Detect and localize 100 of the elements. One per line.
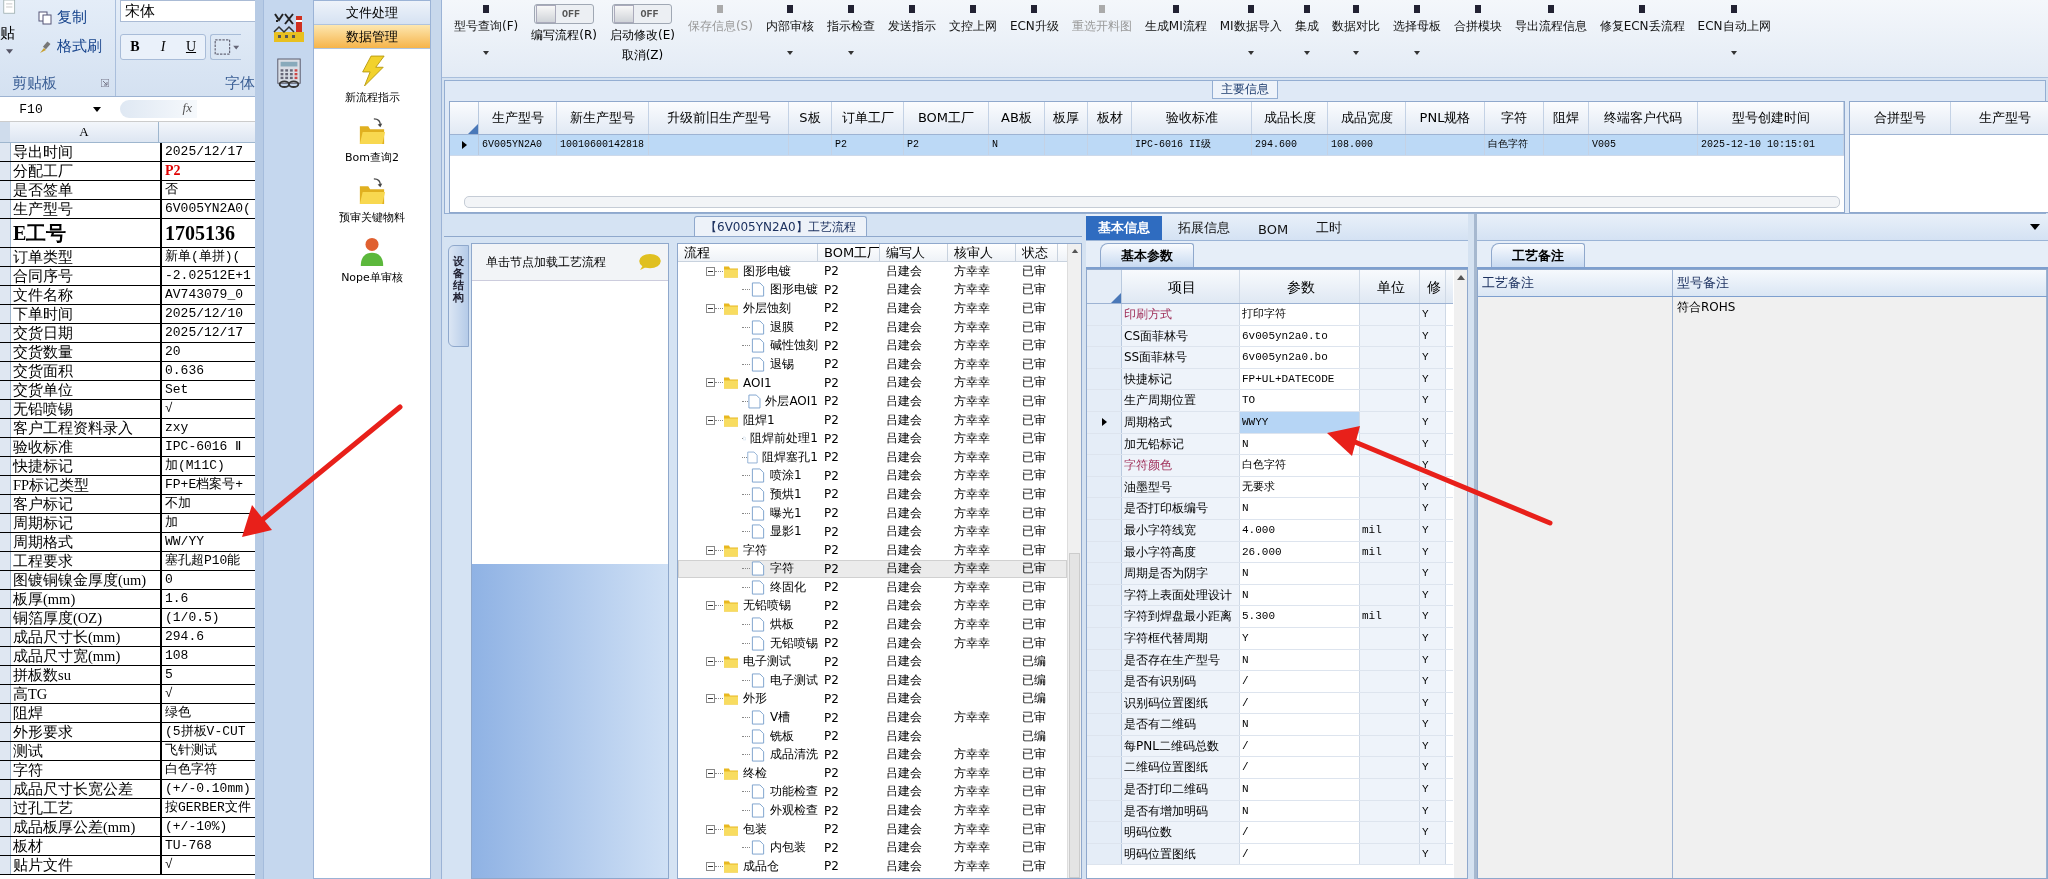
- horizontal-scrollbar[interactable]: [464, 196, 1840, 208]
- font-name-field[interactable]: 宋体: [120, 0, 255, 22]
- tree-node[interactable]: 字符: [743, 541, 767, 559]
- column-header[interactable]: 合拼型号: [1850, 102, 1951, 134]
- dialog-launcher-icon[interactable]: [101, 79, 109, 87]
- tab[interactable]: 基本参数: [1100, 243, 1194, 267]
- caret-icon[interactable]: [483, 51, 490, 55]
- toolbar-button[interactable]: 合拼模块: [1453, 4, 1502, 35]
- tree-node[interactable]: 电子测试: [770, 671, 818, 689]
- tree-node[interactable]: 显影1: [770, 523, 802, 541]
- tree-row[interactable]: 电子测试 P2 吕建会 已编: [678, 652, 1067, 672]
- tree-row[interactable]: 预烘1 P2 吕建会 方幸幸 已审: [678, 485, 1067, 504]
- document-icon[interactable]: [967, 4, 978, 14]
- tree-row[interactable]: 阻焊1 P2 吕建会 方幸幸 已审: [678, 410, 1067, 430]
- row-header[interactable]: [0, 381, 11, 399]
- tree-node[interactable]: 外观检查: [770, 802, 818, 819]
- tree-node[interactable]: 内包装: [770, 839, 806, 857]
- collapse-icon[interactable]: [706, 545, 715, 555]
- collapse-icon[interactable]: [706, 415, 715, 425]
- row-header[interactable]: [0, 818, 11, 836]
- row-header[interactable]: [0, 647, 11, 665]
- tree-node[interactable]: 外形: [743, 690, 767, 708]
- tree-row[interactable]: 内包装 P2 吕建会 方幸幸 已审: [678, 838, 1067, 857]
- caret-icon[interactable]: [1352, 51, 1359, 55]
- column-header[interactable]: 验收标准: [1132, 102, 1252, 134]
- toolbar-button[interactable]: 导出流程信息: [1514, 4, 1587, 35]
- tree-node[interactable]: 终固化: [770, 578, 806, 596]
- toolbar-button[interactable]: 生成MI流程: [1144, 4, 1207, 35]
- row-header[interactable]: [0, 723, 11, 741]
- caret-icon[interactable]: [847, 51, 854, 55]
- tree-row[interactable]: 字符 P2 吕建会 方幸幸 已审: [678, 540, 1067, 560]
- document-icon[interactable]: [1301, 4, 1312, 14]
- function-button[interactable]: fx: [182, 100, 192, 118]
- column-header[interactable]: 新生产型号: [557, 102, 649, 134]
- collapse-icon[interactable]: [706, 694, 715, 704]
- toolbar-button[interactable]: 内部审核: [765, 4, 814, 55]
- toolbar-button[interactable]: 文控上网: [948, 4, 997, 35]
- tree-row[interactable]: 烘板 P2 吕建会 方幸幸 已审: [678, 615, 1067, 634]
- tree-row[interactable]: 阻焊前处理1 P2 吕建会 方幸幸 已审: [678, 429, 1067, 448]
- column-header[interactable]: 单位: [1360, 270, 1420, 303]
- toolbar-button[interactable]: 集成: [1294, 4, 1319, 55]
- tree-row[interactable]: 曝光1 P2 吕建会 方幸幸 已审: [678, 503, 1067, 523]
- document-icon[interactable]: [1637, 4, 1648, 14]
- toolbar-button[interactable]: ECN自动上网: [1697, 4, 1771, 55]
- tree-node[interactable]: 成品仓: [743, 857, 779, 875]
- row-header[interactable]: [0, 856, 11, 874]
- row-header[interactable]: [0, 476, 11, 494]
- scroll-up-icon[interactable]: [1456, 275, 1465, 280]
- tree-row[interactable]: 显影1 P2 吕建会 方幸幸 已审: [678, 522, 1067, 541]
- row-header[interactable]: [0, 495, 11, 513]
- row-header[interactable]: [0, 590, 11, 608]
- dropdown-icon[interactable]: [2030, 224, 2040, 230]
- nav-item[interactable]: 预审关键物料: [339, 210, 405, 225]
- tree-row[interactable]: 字符 P2 吕建会 方幸幸 已审: [678, 559, 1067, 579]
- splitter-bar[interactable]: [431, 0, 442, 879]
- document-icon[interactable]: [1472, 4, 1483, 14]
- row-header[interactable]: [0, 837, 11, 855]
- tab[interactable]: BOM: [1246, 219, 1301, 240]
- row-header[interactable]: [0, 181, 11, 199]
- tree-row[interactable]: 终检 P2 吕建会 方幸幸 已审: [678, 764, 1067, 783]
- column-header[interactable]: 字符: [1485, 102, 1544, 134]
- tree-node[interactable]: V槽: [770, 709, 791, 727]
- row-header[interactable]: [0, 362, 11, 380]
- document-icon[interactable]: [1170, 4, 1181, 14]
- row-header[interactable]: [0, 286, 11, 304]
- tree-node[interactable]: 预烘1: [770, 485, 802, 503]
- tree-row[interactable]: 阻焊塞孔1 P2 吕建会 方幸幸 已审: [678, 447, 1067, 467]
- row-indicator[interactable]: [1087, 411, 1122, 433]
- side-tab[interactable]: 设备结构: [448, 245, 469, 347]
- row-header[interactable]: [0, 799, 11, 817]
- tree-node[interactable]: 喷涂1: [770, 467, 802, 485]
- tree-row[interactable]: 无铅喷锡 P2 吕建会 方幸幸 已审: [678, 596, 1067, 616]
- tree-node[interactable]: 退膜: [770, 318, 794, 336]
- row-header[interactable]: [0, 628, 11, 646]
- tree-row[interactable]: 成品仓 P2 吕建会 方幸幸 已审: [678, 857, 1067, 876]
- row-header[interactable]: [0, 514, 11, 532]
- row-header[interactable]: [0, 666, 11, 684]
- caret-icon[interactable]: [786, 51, 793, 55]
- column-header[interactable]: 型号创建时间: [1698, 102, 1844, 134]
- caret-icon[interactable]: [1303, 51, 1310, 55]
- row-header[interactable]: [0, 324, 11, 342]
- row-header[interactable]: [0, 248, 11, 266]
- folder-icon[interactable]: [358, 175, 386, 207]
- toolbar-button[interactable]: 指示检查: [826, 4, 875, 55]
- tree-node[interactable]: 终检: [743, 764, 767, 782]
- row-header[interactable]: [0, 780, 11, 798]
- row-header[interactable]: [0, 162, 11, 180]
- tree-node[interactable]: 无铅喷锡: [743, 597, 791, 615]
- row-header[interactable]: [0, 571, 11, 589]
- collapse-icon[interactable]: [706, 378, 715, 388]
- row-header[interactable]: [0, 267, 11, 285]
- column-header[interactable]: 升级前旧生产型号: [649, 102, 789, 134]
- row-header[interactable]: [0, 457, 11, 475]
- name-box[interactable]: F10: [0, 101, 120, 117]
- tree-row[interactable]: 图形电镀 P2 吕建会 方幸幸 已审: [678, 262, 1067, 281]
- copy-button[interactable]: 复制: [57, 8, 87, 27]
- row-header[interactable]: [0, 761, 11, 779]
- toolbar-label[interactable]: 编写流程(R): [531, 27, 597, 44]
- user-icon[interactable]: [358, 235, 386, 267]
- column-header[interactable]: 项目: [1122, 270, 1240, 303]
